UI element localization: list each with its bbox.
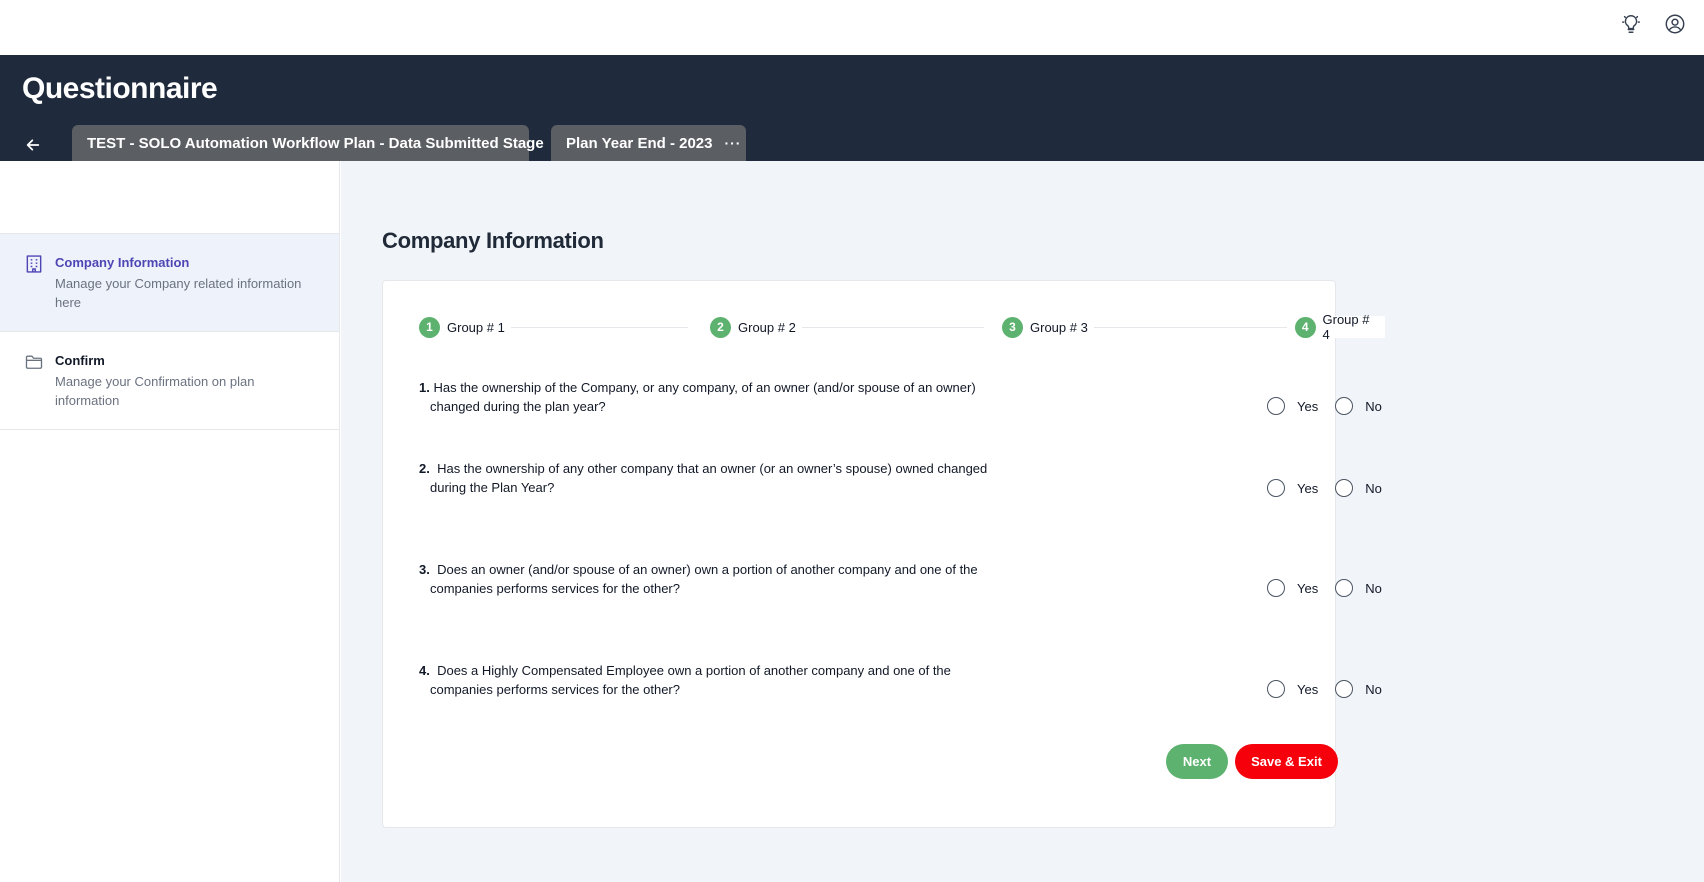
step-label: Group # 2 [738, 319, 796, 335]
radio-no[interactable] [1335, 479, 1354, 497]
main-content: Company Information 1 Group # 1 2 Group … [341, 161, 1704, 882]
tab-plan-year[interactable]: Plan Year End - 2023 ··· [551, 125, 746, 161]
sidebar: Company Information Manage your Company … [0, 161, 340, 882]
question-3: 3. Does an owner (and/or spouse of an ow… [419, 560, 999, 598]
step-number: 3 [1002, 316, 1023, 338]
tab-plan[interactable]: TEST - SOLO Automation Workflow Plan - D… [72, 125, 544, 161]
question-text: Has the ownership of the Company, or any… [430, 380, 976, 414]
step-label: Group # 4 [1322, 312, 1370, 342]
radio-yes-label: Yes [1297, 580, 1319, 596]
page-header-title: Questionnaire [22, 72, 218, 105]
radio-yes[interactable] [1267, 579, 1285, 597]
tab-plan-year-label: Plan Year End - 2023 [566, 134, 713, 152]
question-number: 1. [419, 380, 430, 395]
tab-plan-label: TEST - SOLO Automation Workflow Plan - D… [87, 134, 544, 152]
question-1: 1. Has the ownership of the Company, or … [419, 378, 999, 416]
sidebar-item-description: Manage your Confirmation on plan informa… [55, 374, 255, 408]
stepper: 1 Group # 1 2 Group # 2 3 Group # 3 4 Gr… [419, 312, 1385, 342]
question-number: 4. [419, 663, 430, 678]
radio-no-label: No [1365, 681, 1382, 697]
step-connector [797, 327, 984, 328]
back-arrow-icon[interactable] [22, 134, 44, 156]
more-options-icon[interactable]: ··· [724, 135, 741, 151]
radio-yes[interactable] [1267, 680, 1285, 698]
next-button[interactable]: Next [1166, 744, 1228, 779]
sidebar-item-confirm[interactable]: Confirm Manage your Confirmation on plan… [0, 331, 339, 429]
radio-yes-label: Yes [1297, 480, 1319, 496]
question-number: 2. [419, 461, 430, 476]
question-4: 4. Does a Highly Compensated Employee ow… [419, 661, 999, 699]
folder-icon [24, 352, 44, 372]
questionnaire-card: 1 Group # 1 2 Group # 2 3 Group # 3 4 Gr… [382, 280, 1385, 828]
step-connector [504, 327, 688, 328]
radio-yes-label: Yes [1297, 398, 1319, 414]
question-2: 2. Has the ownership of any other compan… [419, 459, 999, 497]
question-text: Does an owner (and/or spouse of an owner… [430, 562, 978, 596]
radio-no-label: No [1365, 580, 1382, 596]
question-text: Has the ownership of any other company t… [430, 461, 988, 495]
radio-no-label: No [1365, 480, 1382, 496]
radio-yes[interactable] [1267, 479, 1285, 497]
sidebar-item-description: Manage your Company related information … [55, 276, 302, 310]
question-text: Does a Highly Compensated Employee own a… [430, 663, 951, 697]
page-header: Questionnaire TEST - SOLO Automation Wor… [0, 55, 1704, 161]
step-group-3[interactable]: 3 Group # 3 [1002, 316, 1094, 338]
radio-no[interactable] [1335, 579, 1354, 597]
sidebar-divider [0, 429, 339, 430]
step-group-4[interactable]: 4 Group # 4 [1295, 312, 1385, 342]
step-connector [1089, 327, 1287, 328]
radio-yes[interactable] [1267, 397, 1285, 415]
question-4-options: Yes No [1267, 679, 1397, 699]
building-icon [24, 254, 44, 274]
question-number: 3. [419, 562, 430, 577]
step-label: Group # 1 [447, 319, 505, 335]
top-bar [0, 0, 1704, 55]
step-group-1[interactable]: 1 Group # 1 [419, 316, 511, 338]
radio-yes-label: Yes [1297, 681, 1319, 697]
lightbulb-icon[interactable] [1619, 12, 1643, 36]
step-label: Group # 3 [1030, 319, 1088, 335]
step-number: 1 [419, 316, 440, 338]
question-2-options: Yes No [1267, 478, 1397, 498]
sidebar-item-title: Confirm [55, 353, 105, 368]
save-exit-button[interactable]: Save & Exit [1235, 744, 1338, 779]
question-3-options: Yes No [1267, 578, 1397, 598]
step-group-2[interactable]: 2 Group # 2 [710, 316, 802, 338]
step-number: 4 [1295, 316, 1316, 338]
page-title: Company Information [382, 228, 604, 253]
step-number: 2 [710, 316, 731, 338]
user-circle-icon[interactable] [1663, 12, 1687, 36]
question-1-options: Yes No [1267, 396, 1397, 416]
radio-no[interactable] [1335, 397, 1354, 415]
radio-no-label: No [1365, 398, 1382, 414]
sidebar-item-company-information[interactable]: Company Information Manage your Company … [0, 233, 339, 331]
radio-no[interactable] [1335, 680, 1354, 698]
sidebar-item-title: Company Information [55, 255, 190, 270]
